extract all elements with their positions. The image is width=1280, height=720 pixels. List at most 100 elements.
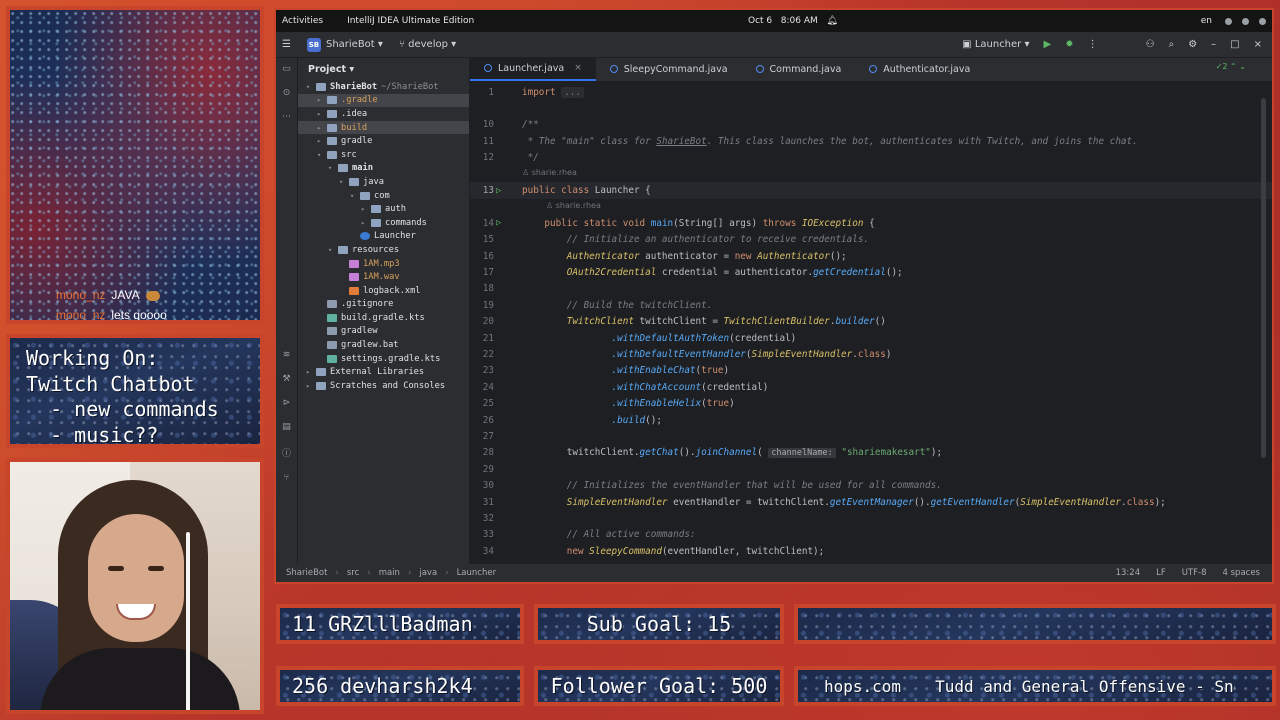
tree-item[interactable]: ▸ .idea [298,107,469,121]
problems-icon[interactable]: ⓘ [282,446,291,459]
branch-switcher[interactable]: ⑂ develop ▾ [399,39,456,50]
line-number: 10 [482,119,494,131]
breadcrumb-item[interactable]: Launcher [457,568,497,578]
file-encoding[interactable]: UTF-8 [1182,568,1207,578]
line-separator[interactable]: LF [1156,568,1166,578]
minimize-icon[interactable]: – [1211,39,1216,50]
breadcrumb-item[interactable]: main [379,568,400,578]
tree-item[interactable]: ▾ java [298,175,469,189]
tree-item[interactable]: gradlew.bat [298,338,469,352]
line-number: 1 [488,86,494,98]
line-number: 28 [482,447,494,459]
tree-item[interactable]: Launcher [298,230,469,244]
run-icon[interactable]: ▶ [1044,39,1052,50]
folded-imports[interactable]: ... [561,86,584,98]
chevron-right-icon[interactable]: ▸ [361,205,371,213]
debug-icon[interactable]: ✹ [1065,39,1073,50]
line-number: 30 [482,480,494,492]
app-menu[interactable]: IntelliJ IDEA Ultimate Edition [347,16,474,26]
tree-item[interactable]: 1AM.wav [298,270,469,284]
java-file-icon [609,65,618,73]
add-user-icon[interactable]: ⚇ [1146,39,1155,50]
tree-item[interactable]: ▾ com [298,189,469,203]
chevron-down-icon[interactable]: ▾ [339,178,349,186]
play-circle-icon[interactable]: ⊳ [283,398,291,408]
editor-tab[interactable]: Command.java [742,57,856,81]
database-icon[interactable]: ≋ [283,350,291,360]
chevron-right-icon[interactable]: ▸ [361,219,371,227]
indent-setting[interactable]: 4 spaces [1223,568,1260,578]
tab-label: Command.java [769,63,842,75]
chevron-right-icon[interactable]: ▸ [317,137,327,145]
clock[interactable]: Oct 6 8:06 AM 🔔︎ [748,16,838,26]
tree-item[interactable]: ▾ main [298,162,469,176]
tree-item[interactable]: .gitignore [298,298,469,312]
editor-tab[interactable]: SleepyCommand.java [596,57,742,81]
cursor-position[interactable]: 13:24 [1116,568,1141,578]
activities-button[interactable]: Activities [282,16,323,26]
run-gutter-icon[interactable]: ▷ [496,186,501,196]
chevron-down-icon[interactable]: ▾ [350,192,360,200]
search-icon[interactable]: ⌕ [1169,39,1175,50]
inspection-widget[interactable]: ✓2 ⌃ ⌄ [1216,62,1246,71]
chevron-down-icon[interactable]: ▾ [306,83,316,91]
tree-item[interactable]: 1AM.mp3 [298,257,469,271]
folder-icon[interactable]: ▭ [282,64,291,74]
tree-item[interactable]: ▸ build [298,120,469,135]
tree-item[interactable]: build.gradle.kts [298,311,469,325]
breadcrumb-item[interactable]: java [419,568,437,578]
chevron-right-icon[interactable]: ▸ [306,382,316,390]
tree-item[interactable]: ▸ .gradle [298,93,469,108]
tree-item[interactable]: ▸ gradle [298,134,469,148]
language-indicator[interactable]: en [1201,16,1212,26]
chevron-down-icon[interactable]: ▾ [328,246,338,254]
structure-icon[interactable]: ⋯ [282,112,291,122]
folder-icon [327,137,337,146]
breadcrumb-item[interactable]: src [347,568,359,578]
run-config-selector[interactable]: ▣ Launcher ▾ [962,39,1029,50]
chevron-right-icon[interactable]: ▸ [317,96,327,104]
breadcrumb-item[interactable]: SharieBot [286,568,327,578]
code-author-hint[interactable]: ♙ sharie.rhea [546,201,601,210]
editor-tab[interactable]: Authenticator.java [855,57,984,81]
tree-item[interactable]: ▸ Scratches and Consoles [298,379,469,393]
system-tray[interactable] [1225,17,1266,25]
tree-item-label: java [363,176,384,187]
close-icon[interactable]: × [1254,39,1262,50]
project-switcher[interactable]: SB SharieBot ▾ [306,37,383,52]
commit-icon[interactable]: ⊙ [283,88,291,98]
chevron-down-icon[interactable]: ▾ [328,164,338,172]
tree-item[interactable]: gradlew [298,325,469,339]
editor-tab[interactable]: Launcher.java × [470,57,596,81]
tree-item[interactable]: logback.xml [298,284,469,298]
tab-label: Authenticator.java [883,63,971,75]
tree-item[interactable]: settings.gradle.kts [298,352,469,366]
tree-item-label: Launcher [374,231,416,242]
tree-item[interactable]: ▸ auth [298,202,469,216]
chevron-right-icon[interactable]: ▸ [317,124,327,132]
chevron-right-icon[interactable]: ▸ [306,368,316,376]
code-author-hint[interactable]: ♙ sharie.rhea [522,168,577,177]
gear-icon[interactable]: ⚙ [1188,39,1197,50]
tree-item[interactable]: ▸ External Libraries [298,365,469,379]
hammer-icon[interactable]: ⚒ [282,374,290,384]
chevron-right-icon[interactable]: ▸ [317,110,327,118]
folder-icon [371,218,381,227]
folder-icon [327,150,337,159]
tree-item[interactable]: ▾ SharieBot ~/SharieBot [298,80,469,94]
maximize-icon[interactable]: □ [1230,39,1239,50]
code-view[interactable]: 1 import ... 10/** 11 * The "main" class … [470,84,1272,564]
more-actions-icon[interactable]: ⋮ [1088,39,1098,50]
tree-item[interactable]: ▸ commands [298,216,469,230]
close-tab-icon[interactable]: × [574,63,582,73]
project-panel-header[interactable]: Project ▾ [298,58,469,80]
channel-string: "shariemakesart" [841,447,931,459]
run-gutter-icon[interactable]: ▷ [496,218,501,228]
editor-scrollbar[interactable] [1261,98,1266,458]
chevron-down-icon[interactable]: ▾ [317,151,327,159]
tree-item[interactable]: ▾ resources [298,243,469,257]
tree-item[interactable]: ▾ src [298,148,469,162]
hamburger-menu-icon[interactable]: ☰ [282,39,291,50]
terminal-icon[interactable]: ▤ [282,422,291,432]
git-icon[interactable]: ⑂ [284,473,289,483]
